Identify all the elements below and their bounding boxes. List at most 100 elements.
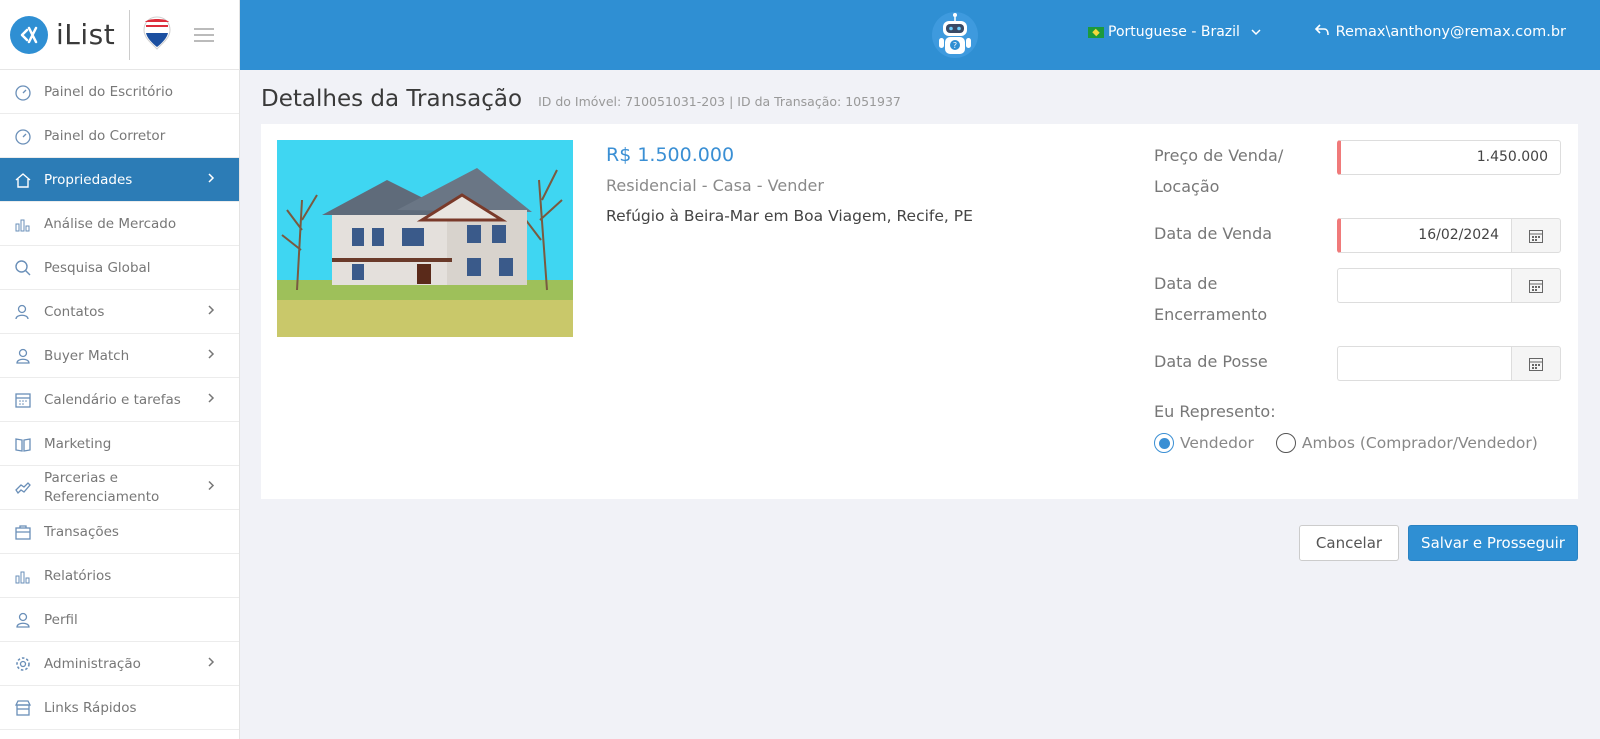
represent-options: Vendedor Ambos (Comprador/Vendedor) bbox=[1154, 433, 1564, 453]
sidebar-item-links-rapidos[interactable]: Links Rápidos bbox=[0, 686, 239, 730]
brand-bar: iList bbox=[0, 0, 239, 70]
store-icon bbox=[14, 699, 32, 717]
briefcase-icon bbox=[14, 523, 32, 541]
search-icon bbox=[14, 259, 32, 277]
transaction-ids: ID do Imóvel: 710051031-203 | ID da Tran… bbox=[538, 94, 901, 109]
possession-date-row: Data de Posse bbox=[1154, 346, 1564, 396]
menu-toggle-icon[interactable] bbox=[194, 24, 215, 46]
sidebar-item-painel-escritorio[interactable]: Painel do Escritório bbox=[0, 70, 239, 114]
sidebar-item-label: Administração bbox=[44, 655, 141, 672]
transaction-form: Preço de Venda/ Locação 1.450.000 Data d… bbox=[1154, 140, 1564, 453]
sidebar-item-contatos[interactable]: Contatos bbox=[0, 290, 239, 334]
both-radio-label[interactable]: Ambos (Comprador/Vendedor) bbox=[1302, 434, 1538, 452]
page-header: Detalhes da Transação ID do Imóvel: 7100… bbox=[261, 86, 901, 112]
calendar-icon[interactable] bbox=[1511, 268, 1561, 303]
chevron-right-icon bbox=[207, 392, 215, 408]
gear-icon bbox=[14, 655, 32, 673]
sidebar-item-marketing[interactable]: Marketing bbox=[0, 422, 239, 466]
bar-chart-icon bbox=[14, 567, 32, 585]
sidebar: iList Painel do Escritório Painel do Cor… bbox=[0, 0, 240, 739]
property-photo[interactable] bbox=[277, 140, 573, 337]
brand-name: iList bbox=[56, 18, 116, 51]
save-and-continue-button[interactable]: Salvar e Prosseguir bbox=[1408, 525, 1578, 561]
closing-date-label: Data de Encerramento bbox=[1154, 274, 1268, 324]
sale-date-label: Data de Venda bbox=[1154, 224, 1273, 243]
home-icon bbox=[14, 171, 32, 189]
sidebar-item-label: Links Rápidos bbox=[44, 699, 137, 716]
sidebar-item-label: Relatórios bbox=[44, 567, 112, 584]
chevron-right-icon bbox=[207, 478, 215, 497]
chevron-right-icon bbox=[207, 348, 215, 364]
calendar-icon[interactable] bbox=[1511, 346, 1561, 381]
user-account-label: Remax\anthony@remax.com.br bbox=[1335, 24, 1566, 40]
robot-assistant-icon[interactable]: ? bbox=[930, 10, 980, 60]
both-radio[interactable] bbox=[1275, 433, 1296, 453]
sidebar-item-analise-mercado[interactable]: Análise de Mercado bbox=[0, 202, 239, 246]
gauge-icon bbox=[14, 127, 32, 145]
property-info: R$ 1.500.000 Residencial - Casa - Vender… bbox=[606, 144, 973, 225]
sidebar-item-label: Painel do Escritório bbox=[44, 83, 173, 100]
sidebar-item-perfil[interactable]: Perfil bbox=[0, 598, 239, 642]
sidebar-item-calendario[interactable]: Calendário e tarefas bbox=[0, 378, 239, 422]
sidebar-item-label: Propriedades bbox=[44, 171, 133, 188]
svg-text:?: ? bbox=[953, 41, 957, 50]
sidebar-item-label: Pesquisa Global bbox=[44, 259, 151, 276]
sale-date-picker: 16/02/2024 bbox=[1337, 218, 1561, 253]
property-type: Residencial - Casa - Vender bbox=[606, 176, 824, 195]
sidebar-item-transacoes[interactable]: Transações bbox=[0, 510, 239, 554]
sidebar-item-parcerias[interactable]: Parcerias e Referenciamento bbox=[0, 466, 239, 510]
possession-date-input[interactable] bbox=[1337, 346, 1511, 381]
sidebar-item-propriedades[interactable]: Propriedades bbox=[0, 158, 239, 202]
calendar-icon[interactable] bbox=[1511, 218, 1561, 253]
seller-radio-label[interactable]: Vendedor bbox=[1180, 434, 1254, 452]
sale-date-input[interactable]: 16/02/2024 bbox=[1337, 218, 1511, 253]
chevron-right-icon bbox=[207, 656, 215, 672]
user-icon bbox=[14, 611, 32, 629]
possession-date-picker bbox=[1337, 346, 1561, 381]
seller-radio[interactable] bbox=[1154, 433, 1174, 453]
cancel-button[interactable]: Cancelar bbox=[1299, 525, 1399, 561]
sale-price-input[interactable]: 1.450.000 bbox=[1337, 140, 1561, 175]
sale-price-label: Preço de Venda/ Locação bbox=[1154, 146, 1284, 196]
sidebar-item-label: Perfil bbox=[44, 611, 78, 628]
sidebar-item-label: Parcerias e Referenciamento bbox=[44, 469, 160, 505]
chevron-down-icon bbox=[1250, 24, 1262, 40]
sidebar-item-label: Análise de Mercado bbox=[44, 215, 177, 232]
language-selector[interactable]: Portuguese - Brazil bbox=[1088, 24, 1262, 40]
gauge-icon bbox=[14, 83, 32, 101]
user-menu[interactable]: Remax\anthony@remax.com.br bbox=[1314, 23, 1566, 41]
sidebar-item-label: Transações bbox=[44, 523, 119, 540]
sidebar-item-pesquisa-global[interactable]: Pesquisa Global bbox=[0, 246, 239, 290]
book-icon bbox=[14, 435, 32, 453]
closing-date-picker bbox=[1337, 268, 1561, 303]
bar-chart-icon bbox=[14, 215, 32, 233]
sale-date-row: Data de Venda 16/02/2024 bbox=[1154, 218, 1564, 268]
language-label: Portuguese - Brazil bbox=[1108, 24, 1240, 40]
ilist-logo-icon[interactable] bbox=[10, 15, 48, 54]
sidebar-item-label: Buyer Match bbox=[44, 347, 130, 364]
sidebar-item-label: Marketing bbox=[44, 435, 112, 452]
sale-price-row: Preço de Venda/ Locação 1.450.000 bbox=[1154, 140, 1564, 218]
closing-date-input[interactable] bbox=[1337, 268, 1511, 303]
sidebar-item-label: Calendário e tarefas bbox=[44, 391, 181, 408]
sidebar-item-administracao[interactable]: Administração bbox=[0, 642, 239, 686]
page-title: Detalhes da Transação bbox=[261, 86, 523, 112]
represent-label: Eu Represento: bbox=[1154, 402, 1276, 421]
sidebar-item-buyer-match[interactable]: Buyer Match bbox=[0, 334, 239, 378]
remax-balloon-icon bbox=[142, 15, 172, 55]
brazil-flag-icon bbox=[1088, 26, 1104, 38]
represent-row: Eu Represento: Vendedor Ambos (Comprador… bbox=[1154, 396, 1564, 453]
transaction-card: R$ 1.500.000 Residencial - Casa - Vender… bbox=[261, 124, 1578, 499]
brand-divider bbox=[129, 9, 131, 60]
handshake-icon bbox=[14, 479, 32, 497]
possession-date-label: Data de Posse bbox=[1154, 352, 1268, 371]
chevron-right-icon bbox=[207, 172, 215, 188]
user-icon bbox=[14, 347, 32, 365]
top-bar: ? Portuguese - Brazil Remax\anthony@rema… bbox=[240, 0, 1600, 70]
sidebar-item-painel-corretor[interactable]: Painel do Corretor bbox=[0, 114, 239, 158]
sidebar-nav: Painel do Escritório Painel do Corretor … bbox=[0, 70, 239, 730]
contacts-icon bbox=[14, 303, 32, 321]
reply-icon bbox=[1314, 23, 1330, 41]
chevron-right-icon bbox=[207, 304, 215, 320]
sidebar-item-relatorios[interactable]: Relatórios bbox=[0, 554, 239, 598]
